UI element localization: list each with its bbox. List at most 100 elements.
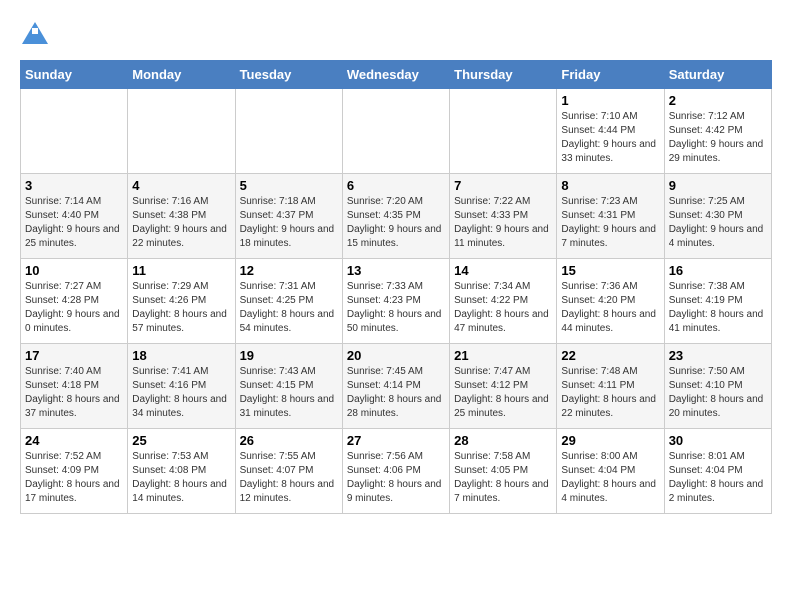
day-number: 3 [25, 178, 123, 193]
day-info: Sunrise: 7:33 AM Sunset: 4:23 PM Dayligh… [347, 280, 445, 336]
day-cell: 12 Sunrise: 7:31 AM Sunset: 4:25 PM Dayli… [235, 259, 342, 344]
day-info: Sunrise: 7:31 AM Sunset: 4:25 PM Dayligh… [240, 280, 338, 336]
header-day-wednesday: Wednesday [342, 61, 449, 89]
header-row: SundayMondayTuesdayWednesdayThursdayFrid… [21, 61, 772, 89]
day-cell: 28 Sunrise: 7:58 AM Sunset: 4:05 PM Dayli… [450, 429, 557, 514]
day-number: 17 [25, 348, 123, 363]
day-number: 11 [132, 263, 230, 278]
day-cell: 25Sunrise: 7:53 AM Sunset: 4:08 PM Dayli… [128, 429, 235, 514]
day-number: 29 [561, 433, 659, 448]
day-cell [21, 89, 128, 174]
day-info: Sunrise: 7:10 AM Sunset: 4:44 PM Dayligh… [561, 110, 659, 166]
day-cell: 8 Sunrise: 7:23 AM Sunset: 4:31 PM Daylig… [557, 174, 664, 259]
day-info: Sunrise: 7:47 AM Sunset: 4:12 PM Dayligh… [454, 365, 552, 421]
week-row-1: 3 Sunrise: 7:14 AM Sunset: 4:40 PM Daylig… [21, 174, 772, 259]
day-cell: 1 Sunrise: 7:10 AM Sunset: 4:44 PM Daylig… [557, 89, 664, 174]
day-cell: 23Sunrise: 7:50 AM Sunset: 4:10 PM Dayli… [664, 344, 771, 429]
logo [20, 20, 54, 50]
day-info: Sunrise: 7:12 AM Sunset: 4:42 PM Dayligh… [669, 110, 767, 166]
day-info: Sunrise: 7:23 AM Sunset: 4:31 PM Dayligh… [561, 195, 659, 251]
day-number: 12 [240, 263, 338, 278]
day-cell: 7 Sunrise: 7:22 AM Sunset: 4:33 PM Daylig… [450, 174, 557, 259]
day-number: 30 [669, 433, 767, 448]
day-number: 23 [669, 348, 767, 363]
header-day-friday: Friday [557, 61, 664, 89]
day-cell: 16 Sunrise: 7:38 AM Sunset: 4:19 PM Dayli… [664, 259, 771, 344]
day-cell: 14 Sunrise: 7:34 AM Sunset: 4:22 PM Dayli… [450, 259, 557, 344]
day-number: 19 [240, 348, 338, 363]
day-number: 18 [132, 348, 230, 363]
day-number: 21 [454, 348, 552, 363]
day-cell [342, 89, 449, 174]
day-number: 15 [561, 263, 659, 278]
day-info: Sunrise: 8:01 AM Sunset: 4:04 PM Dayligh… [669, 450, 767, 506]
day-number: 5 [240, 178, 338, 193]
day-number: 28 [454, 433, 552, 448]
day-info: Sunrise: 7:34 AM Sunset: 4:22 PM Dayligh… [454, 280, 552, 336]
day-info: Sunrise: 7:55 AM Sunset: 4:07 PM Dayligh… [240, 450, 338, 506]
day-number: 6 [347, 178, 445, 193]
day-info: Sunrise: 7:20 AM Sunset: 4:35 PM Dayligh… [347, 195, 445, 251]
day-cell [128, 89, 235, 174]
day-number: 2 [669, 93, 767, 108]
day-info: Sunrise: 7:43 AM Sunset: 4:15 PM Dayligh… [240, 365, 338, 421]
day-number: 9 [669, 178, 767, 193]
day-cell: 20 Sunrise: 7:45 AM Sunset: 4:14 PM Dayli… [342, 344, 449, 429]
day-number: 10 [25, 263, 123, 278]
day-info: Sunrise: 7:14 AM Sunset: 4:40 PM Dayligh… [25, 195, 123, 251]
day-cell: 9 Sunrise: 7:25 AM Sunset: 4:30 PM Daylig… [664, 174, 771, 259]
day-cell: 27Sunrise: 7:56 AM Sunset: 4:06 PM Dayli… [342, 429, 449, 514]
day-info: Sunrise: 7:36 AM Sunset: 4:20 PM Dayligh… [561, 280, 659, 336]
day-number: 8 [561, 178, 659, 193]
day-number: 1 [561, 93, 659, 108]
day-number: 16 [669, 263, 767, 278]
day-info: Sunrise: 7:25 AM Sunset: 4:30 PM Dayligh… [669, 195, 767, 251]
week-row-4: 24 Sunrise: 7:52 AM Sunset: 4:09 PM Dayli… [21, 429, 772, 514]
day-number: 4 [132, 178, 230, 193]
day-cell: 13 Sunrise: 7:33 AM Sunset: 4:23 PM Dayli… [342, 259, 449, 344]
day-info: Sunrise: 7:53 AM Sunset: 4:08 PM Dayligh… [132, 450, 230, 506]
week-row-0: 1 Sunrise: 7:10 AM Sunset: 4:44 PM Daylig… [21, 89, 772, 174]
day-cell: 24 Sunrise: 7:52 AM Sunset: 4:09 PM Dayli… [21, 429, 128, 514]
day-cell: 19 Sunrise: 7:43 AM Sunset: 4:15 PM Dayli… [235, 344, 342, 429]
day-number: 13 [347, 263, 445, 278]
week-row-3: 17 Sunrise: 7:40 AM Sunset: 4:18 PM Dayli… [21, 344, 772, 429]
day-cell: 6 Sunrise: 7:20 AM Sunset: 4:35 PM Daylig… [342, 174, 449, 259]
day-cell: 22 Sunrise: 7:48 AM Sunset: 4:11 PM Dayli… [557, 344, 664, 429]
day-cell [235, 89, 342, 174]
header-day-saturday: Saturday [664, 61, 771, 89]
day-cell: 18Sunrise: 7:41 AM Sunset: 4:16 PM Dayli… [128, 344, 235, 429]
day-cell: 4 Sunrise: 7:16 AM Sunset: 4:38 PM Daylig… [128, 174, 235, 259]
day-info: Sunrise: 7:40 AM Sunset: 4:18 PM Dayligh… [25, 365, 123, 421]
day-number: 7 [454, 178, 552, 193]
day-cell [450, 89, 557, 174]
day-info: Sunrise: 7:45 AM Sunset: 4:14 PM Dayligh… [347, 365, 445, 421]
day-number: 14 [454, 263, 552, 278]
day-info: Sunrise: 7:38 AM Sunset: 4:19 PM Dayligh… [669, 280, 767, 336]
day-cell: 2 Sunrise: 7:12 AM Sunset: 4:42 PM Daylig… [664, 89, 771, 174]
day-number: 26 [240, 433, 338, 448]
day-info: Sunrise: 7:16 AM Sunset: 4:38 PM Dayligh… [132, 195, 230, 251]
day-cell: 3 Sunrise: 7:14 AM Sunset: 4:40 PM Daylig… [21, 174, 128, 259]
day-cell: 17 Sunrise: 7:40 AM Sunset: 4:18 PM Dayli… [21, 344, 128, 429]
day-number: 24 [25, 433, 123, 448]
header-day-tuesday: Tuesday [235, 61, 342, 89]
calendar-table: SundayMondayTuesdayWednesdayThursdayFrid… [20, 60, 772, 514]
day-info: Sunrise: 7:27 AM Sunset: 4:28 PM Dayligh… [25, 280, 123, 336]
header-day-sunday: Sunday [21, 61, 128, 89]
logo-icon [20, 20, 50, 50]
day-cell: 11 Sunrise: 7:29 AM Sunset: 4:26 PM Dayli… [128, 259, 235, 344]
day-info: Sunrise: 8:00 AM Sunset: 4:04 PM Dayligh… [561, 450, 659, 506]
day-info: Sunrise: 7:48 AM Sunset: 4:11 PM Dayligh… [561, 365, 659, 421]
day-info: Sunrise: 7:52 AM Sunset: 4:09 PM Dayligh… [25, 450, 123, 506]
day-cell: 26 Sunrise: 7:55 AM Sunset: 4:07 PM Dayli… [235, 429, 342, 514]
day-cell: 15 Sunrise: 7:36 AM Sunset: 4:20 PM Dayli… [557, 259, 664, 344]
day-cell: 29 Sunrise: 8:00 AM Sunset: 4:04 PM Dayli… [557, 429, 664, 514]
day-cell: 21 Sunrise: 7:47 AM Sunset: 4:12 PM Dayli… [450, 344, 557, 429]
day-info: Sunrise: 7:58 AM Sunset: 4:05 PM Dayligh… [454, 450, 552, 506]
page-header [20, 20, 772, 50]
day-info: Sunrise: 7:29 AM Sunset: 4:26 PM Dayligh… [132, 280, 230, 336]
day-number: 22 [561, 348, 659, 363]
day-number: 20 [347, 348, 445, 363]
day-info: Sunrise: 7:22 AM Sunset: 4:33 PM Dayligh… [454, 195, 552, 251]
